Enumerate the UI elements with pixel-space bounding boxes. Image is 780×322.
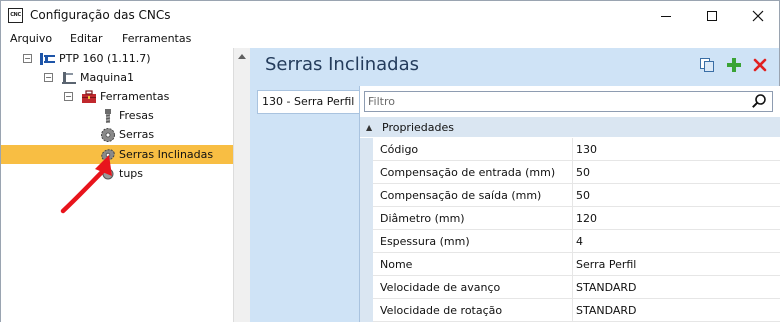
property-name: Nome bbox=[380, 258, 413, 271]
category-header[interactable]: ▲ Propriedades bbox=[360, 117, 780, 137]
annotation-arrow-icon bbox=[60, 155, 112, 214]
add-icon bbox=[727, 58, 741, 72]
property-value[interactable]: STANDARD bbox=[576, 304, 637, 317]
row-gutter bbox=[360, 230, 373, 253]
scroll-up-arrow-icon[interactable] bbox=[238, 54, 246, 59]
column-divider bbox=[572, 207, 573, 230]
app-icon: CNC bbox=[8, 8, 23, 23]
column-divider bbox=[572, 161, 573, 184]
collapse-arrow-icon[interactable]: ▲ bbox=[366, 123, 378, 132]
row-gutter bbox=[360, 207, 373, 230]
menu-bar: Arquivo Editar Ferramentas bbox=[0, 30, 780, 48]
minimize-button[interactable] bbox=[643, 1, 689, 31]
property-name: Velocidade de rotação bbox=[380, 304, 503, 317]
row-gutter bbox=[360, 253, 373, 276]
property-value[interactable]: 4 bbox=[576, 235, 583, 248]
property-name: Código bbox=[380, 143, 419, 156]
property-value[interactable]: 50 bbox=[576, 166, 590, 179]
window-title: Configuração das CNCs bbox=[30, 8, 171, 22]
row-gutter bbox=[360, 276, 373, 299]
content-panel: Serras Inclinadas 130 - Serra Perfil ▲ P… bbox=[250, 48, 780, 322]
filter-input[interactable] bbox=[365, 92, 745, 111]
search-icon bbox=[752, 94, 766, 108]
add-button[interactable] bbox=[725, 57, 743, 73]
copy-icon bbox=[700, 58, 714, 72]
property-row[interactable]: Código 130 bbox=[360, 138, 780, 161]
property-row[interactable]: Nome Serra Perfil bbox=[360, 253, 780, 276]
property-name: Espessura (mm) bbox=[380, 235, 470, 248]
filter-box bbox=[364, 91, 773, 112]
property-name: Compensação de saída (mm) bbox=[380, 189, 542, 202]
delete-icon bbox=[753, 58, 767, 72]
maximize-button[interactable] bbox=[689, 1, 735, 31]
row-gutter bbox=[360, 161, 373, 184]
row-gutter bbox=[360, 184, 373, 207]
search-button[interactable] bbox=[751, 93, 769, 110]
tab-serra-perfil[interactable]: 130 - Serra Perfil bbox=[257, 90, 359, 114]
property-row[interactable]: Compensação de entrada (mm) 50 bbox=[360, 161, 780, 184]
property-row[interactable]: Compensação de saída (mm) 50 bbox=[360, 184, 780, 207]
property-value[interactable]: 120 bbox=[576, 212, 597, 225]
column-divider bbox=[572, 276, 573, 299]
property-name: Diâmetro (mm) bbox=[380, 212, 465, 225]
maximize-icon bbox=[707, 11, 717, 21]
property-row[interactable]: Diâmetro (mm) 120 bbox=[360, 207, 780, 230]
column-divider bbox=[572, 230, 573, 253]
row-gutter bbox=[360, 299, 373, 322]
close-button[interactable] bbox=[735, 1, 780, 31]
column-divider bbox=[572, 184, 573, 207]
delete-button[interactable] bbox=[751, 57, 769, 73]
property-name: Velocidade de avanço bbox=[380, 281, 501, 294]
title-bar: CNC Configuração das CNCs bbox=[0, 0, 780, 30]
row-gutter bbox=[360, 138, 373, 161]
tree-scrollbar[interactable] bbox=[233, 48, 250, 322]
page-title: Serras Inclinadas bbox=[265, 54, 420, 75]
minimize-icon bbox=[661, 15, 671, 17]
menu-editar[interactable]: Editar bbox=[70, 32, 103, 45]
menu-ferramentas[interactable]: Ferramentas bbox=[122, 32, 191, 45]
property-value[interactable]: 130 bbox=[576, 143, 597, 156]
tab-strip: 130 - Serra Perfil bbox=[257, 86, 359, 322]
property-value[interactable]: 50 bbox=[576, 189, 590, 202]
property-name: Compensação de entrada (mm) bbox=[380, 166, 556, 179]
category-label: Propriedades bbox=[382, 120, 454, 134]
property-row[interactable]: Velocidade de rotação STANDARD bbox=[360, 299, 780, 322]
copy-button[interactable] bbox=[698, 57, 716, 73]
property-grid: ▲ Propriedades Código 130 Compensação de… bbox=[359, 86, 780, 322]
property-row[interactable]: Velocidade de avanço STANDARD bbox=[360, 276, 780, 299]
column-divider bbox=[572, 138, 573, 161]
property-value[interactable]: STANDARD bbox=[576, 281, 637, 294]
menu-arquivo[interactable]: Arquivo bbox=[10, 32, 52, 45]
property-value[interactable]: Serra Perfil bbox=[576, 258, 636, 271]
column-divider bbox=[572, 253, 573, 276]
column-divider bbox=[572, 299, 573, 322]
close-icon bbox=[752, 10, 764, 22]
tree-panel: − PTP 160 (1.11.7) − Maquina1 − Ferramen… bbox=[0, 48, 234, 322]
property-row[interactable]: Espessura (mm) 4 bbox=[360, 230, 780, 253]
